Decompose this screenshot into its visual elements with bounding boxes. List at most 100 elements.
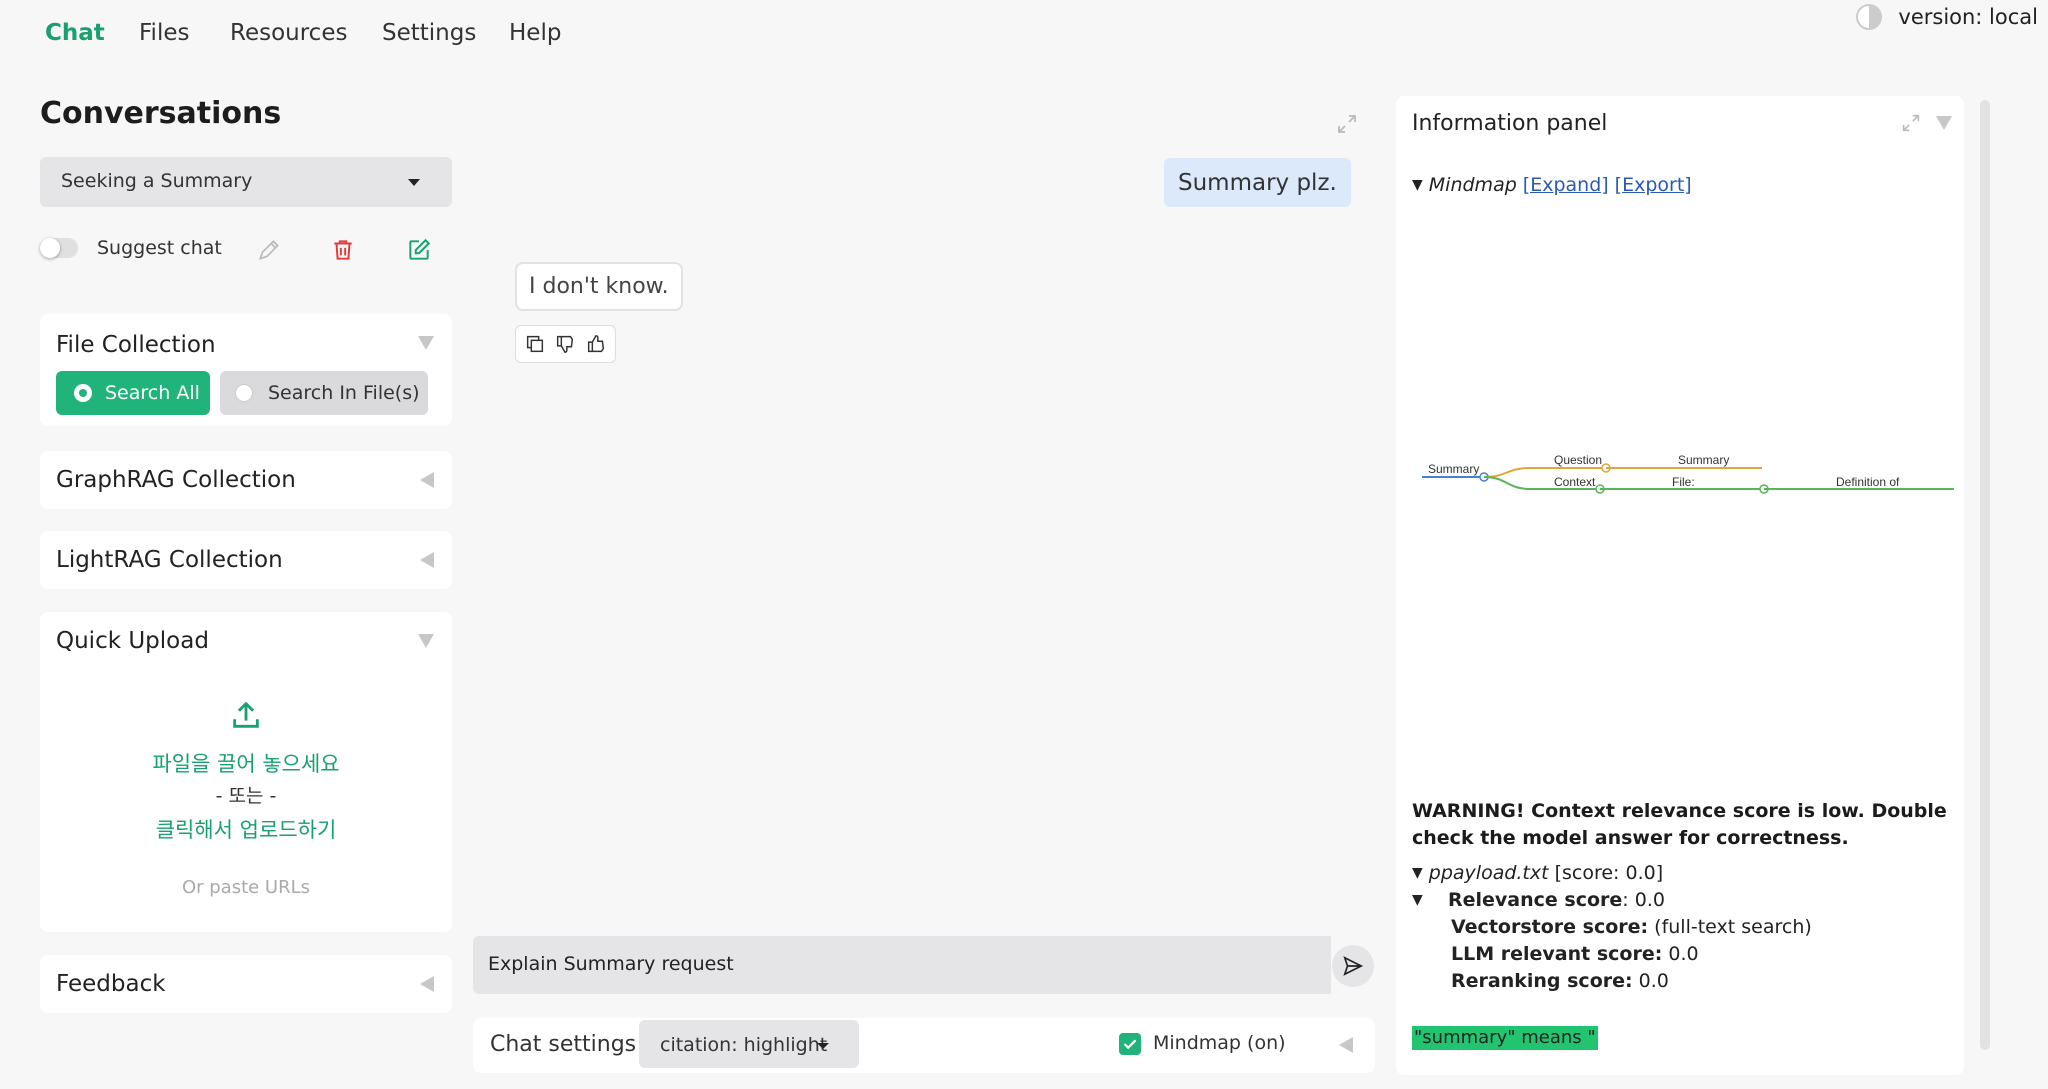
mindmap-node-summary: Summary	[1678, 453, 1729, 467]
or-text: - 또는 -	[215, 785, 277, 807]
collapse-triangle-icon[interactable]	[418, 634, 434, 648]
vectorstore-score: Vectorstore score: (full-text search)	[1451, 916, 1812, 938]
new-conversation-button[interactable]	[404, 235, 434, 265]
expand-link[interactable]: [Expand]	[1523, 174, 1609, 196]
edit-square-icon	[409, 238, 431, 260]
chevron-down-icon	[408, 179, 420, 186]
triangle-down-icon: ▼	[1412, 892, 1423, 908]
drop-file-text: 파일을 끌어 놓으세요	[152, 752, 340, 776]
radio-unselected-icon	[235, 384, 253, 402]
lightrag-collection-title: LightRAG Collection	[56, 547, 283, 573]
chat-settings-bar: Chat settings citation: highlight Mindma…	[473, 1018, 1375, 1073]
thumbs-up-icon[interactable]	[585, 333, 607, 355]
expand-triangle-icon	[420, 472, 434, 488]
feedback-panel[interactable]: Feedback	[40, 955, 452, 1013]
fullscreen-chat-button[interactable]	[1333, 110, 1361, 138]
vectorstore-score-label: Vectorstore score:	[1451, 916, 1649, 938]
info-panel-scrollbar[interactable]	[1980, 100, 1990, 1050]
expand-arrows-icon	[1338, 115, 1356, 133]
llm-relevant-score: LLM relevant score: 0.0	[1451, 943, 1699, 965]
export-link[interactable]: [Export]	[1615, 174, 1692, 196]
fullscreen-info-button[interactable]	[1898, 110, 1924, 136]
tab-resources[interactable]: Resources	[230, 20, 347, 46]
expand-arrows-icon	[1902, 114, 1920, 132]
tab-settings[interactable]: Settings	[382, 20, 476, 46]
triangle-down-icon: ▼	[1412, 865, 1423, 881]
file-collection-panel: File Collection Search All Search In Fil…	[40, 314, 452, 426]
paste-urls-field[interactable]: Or paste URLs	[40, 877, 452, 898]
search-in-files-option[interactable]: Search In File(s)	[220, 371, 428, 415]
conversation-select-value: Seeking a Summary	[61, 170, 253, 192]
vectorstore-score-value: (full-text search)	[1648, 916, 1812, 938]
conversation-select[interactable]: Seeking a Summary	[40, 157, 452, 207]
mindmap-node-file: File:	[1672, 475, 1695, 489]
mindmap-node-question: Question	[1554, 453, 1602, 467]
delete-conversation-button[interactable]	[328, 235, 358, 265]
upload-icon	[233, 701, 259, 728]
version-area: version: local	[1856, 4, 2038, 30]
information-panel-title: Information panel	[1412, 111, 1608, 136]
toggle-knob	[40, 238, 60, 258]
expand-triangle-icon[interactable]	[1339, 1037, 1353, 1053]
chat-input-value: Explain Summary request	[488, 953, 734, 975]
citation-select-value: citation: highlight	[660, 1034, 828, 1056]
tab-files[interactable]: Files	[139, 20, 189, 46]
quick-upload-panel: Quick Upload 파일을 끌어 놓으세요 - 또는 - 클릭해서 업로드…	[40, 612, 452, 932]
reranking-score: Reranking score: 0.0	[1451, 970, 1669, 992]
reranking-score-label: Reranking score:	[1451, 970, 1633, 992]
source-file-name: ppayload.txt	[1428, 862, 1549, 884]
source-file-score: [score: 0.0]	[1554, 862, 1664, 884]
relevance-warning: WARNING! Context relevance score is low.…	[1412, 800, 1947, 849]
mindmap-label: Mindmap (on)	[1153, 1032, 1286, 1054]
relevance-score-value: : 0.0	[1622, 889, 1665, 911]
version-label: version: local	[1898, 5, 2038, 29]
thumbs-down-icon[interactable]	[554, 333, 576, 355]
collapse-triangle-icon[interactable]	[1936, 116, 1952, 130]
collapse-triangle-icon[interactable]	[418, 336, 434, 350]
expand-triangle-icon	[420, 976, 434, 992]
citation-select[interactable]: citation: highlight	[639, 1020, 859, 1068]
expand-triangle-icon	[420, 552, 434, 568]
relevance-score-summary[interactable]: ▼ Relevance score : 0.0	[1412, 889, 1665, 911]
chat-settings-label: Chat settings	[490, 1032, 637, 1057]
tab-chat[interactable]: Chat	[45, 20, 105, 46]
search-all-label: Search All	[105, 382, 200, 404]
chat-input[interactable]: Explain Summary request	[473, 936, 1331, 994]
suggest-chat-toggle[interactable]	[40, 238, 78, 258]
mindmap-node-context: Context	[1554, 475, 1596, 489]
conversations-title: Conversations	[40, 96, 282, 131]
rename-button[interactable]	[254, 235, 284, 265]
mindmap-graph[interactable]: Summary Question Summary Context File: D…	[1422, 451, 1962, 511]
caret-down-icon	[817, 1043, 829, 1049]
reranking-score-value: 0.0	[1632, 970, 1669, 992]
click-upload-text: 클릭해서 업로드하기	[155, 818, 337, 842]
highlighted-citation: "summary" means "	[1412, 1026, 1598, 1050]
quick-upload-title[interactable]: Quick Upload	[56, 628, 209, 654]
bot-message: I don't know.	[515, 262, 683, 311]
search-all-option[interactable]: Search All	[56, 371, 210, 415]
file-dropzone[interactable]: 파일을 끌어 놓으세요 - 또는 - 클릭해서 업로드하기	[40, 692, 452, 872]
graphrag-collection-title: GraphRAG Collection	[56, 467, 296, 493]
send-icon	[1343, 956, 1364, 976]
tab-help[interactable]: Help	[509, 20, 561, 46]
theme-toggle-icon[interactable]	[1856, 4, 1883, 30]
mindmap-label: Mindmap	[1428, 174, 1517, 196]
file-collection-title[interactable]: File Collection	[56, 332, 216, 358]
llm-score-value: 0.0	[1662, 943, 1699, 965]
llm-score-label: LLM relevant score:	[1451, 943, 1663, 965]
mindmap-summary[interactable]: ▼ Mindmap [Expand] [Export]	[1412, 174, 1692, 196]
mindmap-node-root: Summary	[1428, 462, 1479, 476]
send-button[interactable]	[1332, 945, 1374, 987]
lightrag-collection-panel[interactable]: LightRAG Collection	[40, 531, 452, 589]
mindmap-checkbox[interactable]	[1119, 1033, 1141, 1055]
check-icon	[1123, 1039, 1137, 1050]
feedback-title: Feedback	[56, 971, 166, 997]
message-actions	[515, 325, 616, 363]
information-panel: Information panel ▼ Mindmap [Expand] [Ex…	[1396, 96, 1964, 1075]
suggest-chat-label: Suggest chat	[97, 237, 222, 259]
trash-icon	[334, 240, 352, 260]
copy-icon[interactable]	[524, 333, 546, 355]
mindmap-node-definition: Definition of	[1836, 475, 1900, 489]
source-file-summary[interactable]: ▼ ppayload.txt [score: 0.0]	[1412, 862, 1663, 884]
graphrag-collection-panel[interactable]: GraphRAG Collection	[40, 451, 452, 509]
